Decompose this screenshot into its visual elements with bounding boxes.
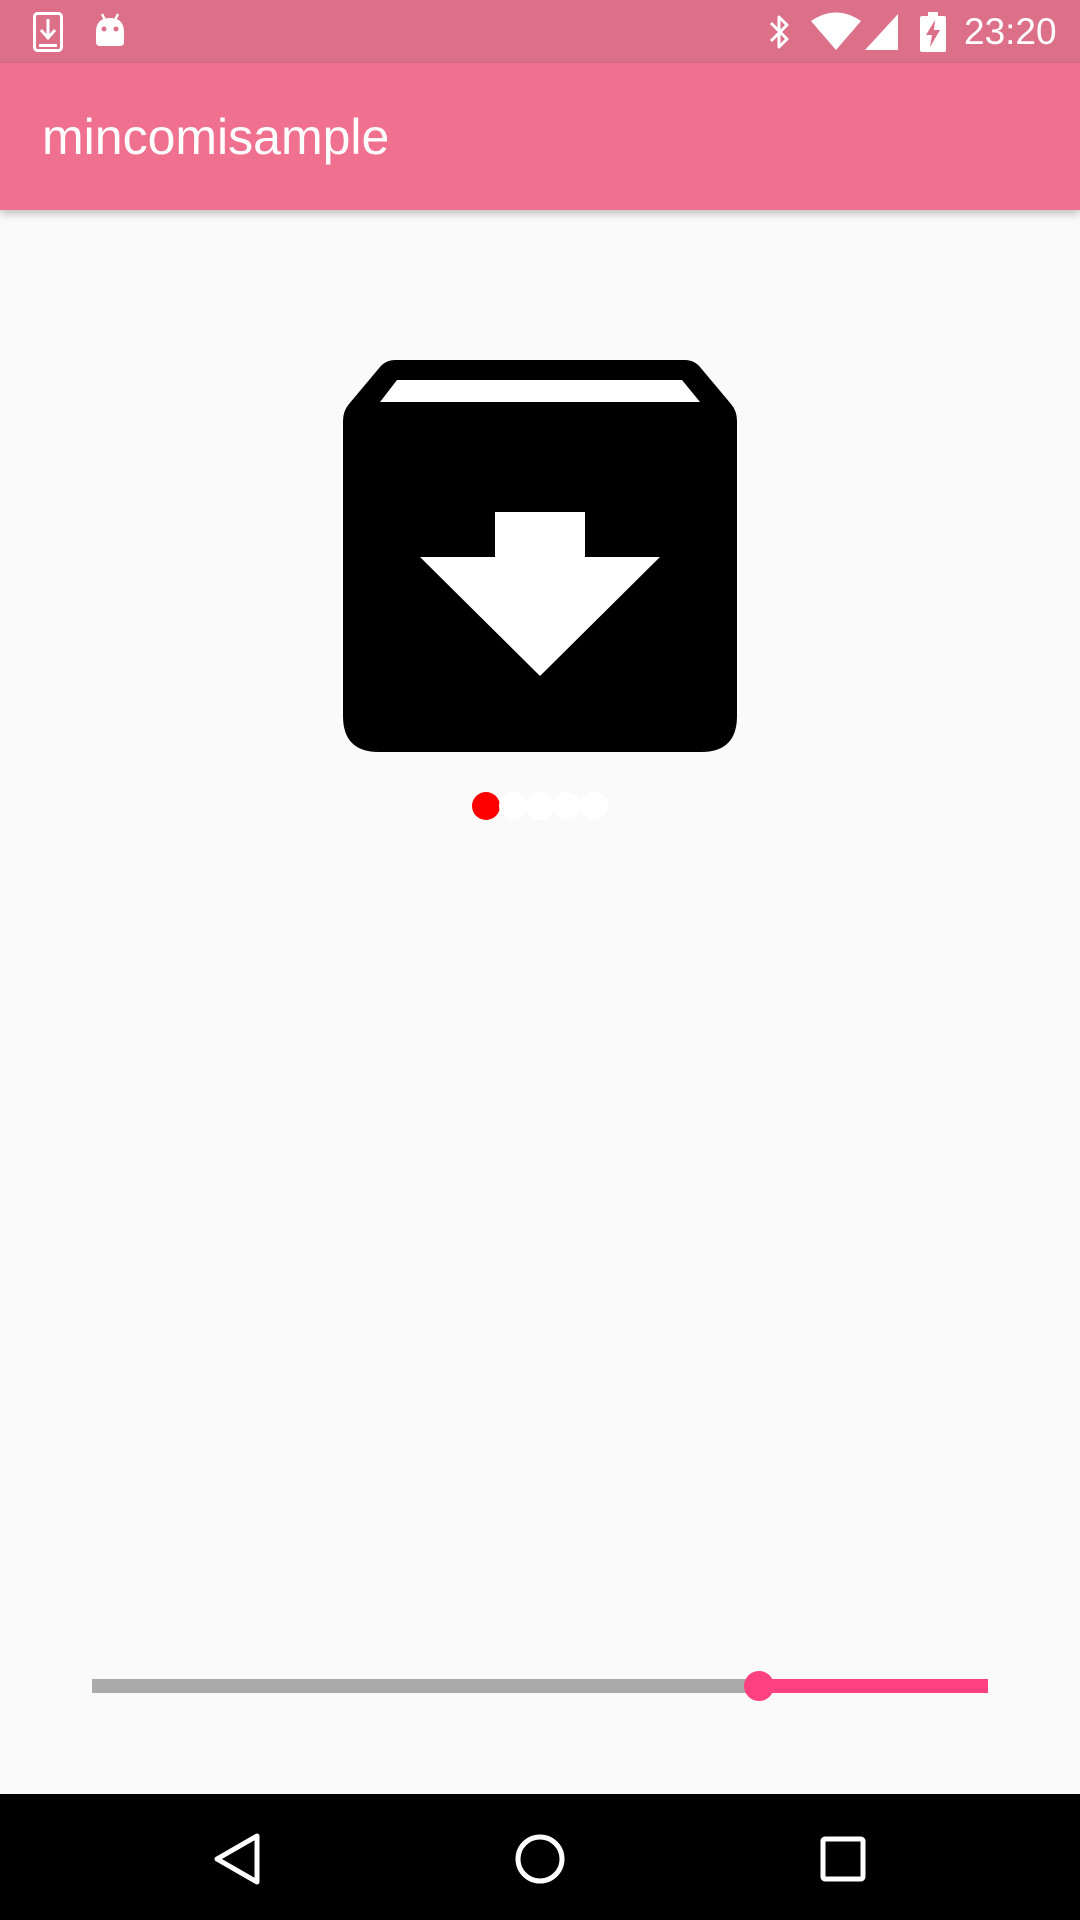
download-notification-icon: [33, 12, 63, 57]
seekbar-progress[interactable]: [92, 1679, 759, 1693]
status-bar: 23:20: [0, 0, 1080, 63]
battery-charging-icon: [920, 12, 946, 57]
android-icon: [94, 12, 126, 53]
home-icon[interactable]: [505, 1824, 575, 1894]
bluetooth-icon: [766, 12, 794, 57]
page-indicator-dot[interactable]: [580, 792, 608, 820]
page-indicator-dot[interactable]: [499, 792, 527, 820]
navigation-bar: [0, 1794, 1080, 1920]
app-title: mincomisample: [42, 109, 390, 165]
recents-icon[interactable]: [808, 1824, 878, 1894]
app-bar: mincomisample: [0, 63, 1080, 210]
seekbar-thumb[interactable]: [744, 1671, 774, 1701]
back-icon[interactable]: [202, 1824, 272, 1894]
page-indicator-dot[interactable]: [553, 792, 581, 820]
page-indicator-dot[interactable]: [472, 792, 500, 820]
signal-icon: [864, 12, 900, 57]
wifi-icon: [810, 12, 862, 57]
status-clock: 23:20: [964, 11, 1057, 52]
page-indicator: [472, 792, 608, 820]
seekbar[interactable]: [92, 1662, 988, 1710]
archive-download-icon: [343, 358, 737, 759]
page-indicator-dot[interactable]: [526, 792, 554, 820]
